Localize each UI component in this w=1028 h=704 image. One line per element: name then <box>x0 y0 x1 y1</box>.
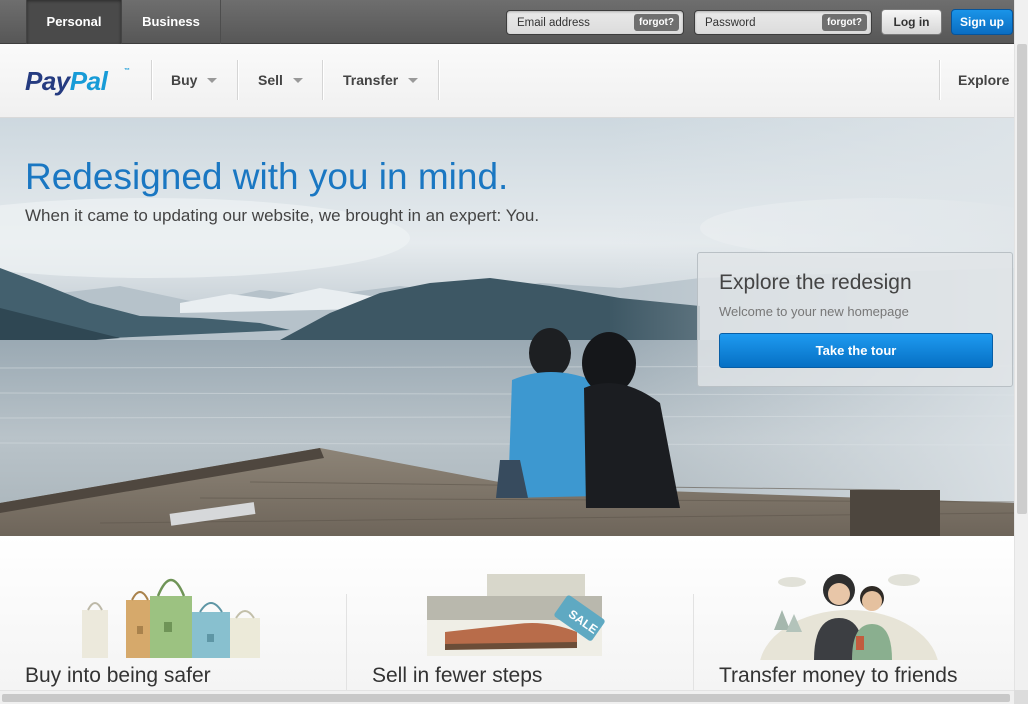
tour-subtitle: Welcome to your new homepage <box>719 304 909 319</box>
horizontal-scrollbar[interactable] <box>0 690 1014 704</box>
login-button[interactable]: Log in <box>881 9 942 35</box>
feature-title: Buy into being safer <box>25 664 211 687</box>
friends-icon <box>760 574 938 660</box>
nav-item-buy[interactable]: Buy <box>171 44 218 118</box>
password-field: forgot? <box>694 10 872 35</box>
nav-item-transfer[interactable]: Transfer <box>343 44 419 118</box>
features-row: Buy into being safer SALE Sell in fewer … <box>0 536 1014 690</box>
hero-subtitle: When it came to updating our website, we… <box>25 206 540 225</box>
nav-item-label: Buy <box>171 72 198 88</box>
nav-divider <box>151 60 152 100</box>
nav-item-label: Transfer <box>343 72 399 88</box>
forgot-email-button[interactable]: forgot? <box>634 14 679 31</box>
scrollbar-corner <box>1014 690 1028 704</box>
chevron-down-icon <box>408 78 419 83</box>
chevron-down-icon <box>207 78 218 83</box>
vertical-scrollbar[interactable] <box>1014 0 1028 690</box>
shopping-bags-icon <box>82 578 260 658</box>
hero-title: Redesigned with you in mind. <box>25 156 509 197</box>
main-nav: PayPal ™ Buy Sell Transfer Explore <box>0 44 1014 118</box>
feature-buy[interactable]: Buy into being safer <box>0 536 346 690</box>
feature-title: Sell in fewer steps <box>372 664 543 687</box>
password-input[interactable] <box>695 11 815 34</box>
tab-business[interactable]: Business <box>122 0 221 44</box>
feature-transfer[interactable]: Transfer money to friends <box>694 536 1014 690</box>
email-input[interactable] <box>507 11 627 34</box>
logo-trademark: ™ <box>124 68 130 74</box>
hero-banner: Redesigned with you in mind. When it cam… <box>0 118 1014 536</box>
nav-item-explore[interactable]: Explore <box>958 44 1009 118</box>
shoebox-sale-icon: SALE <box>427 574 605 656</box>
forgot-password-button[interactable]: forgot? <box>822 14 867 31</box>
nav-divider <box>322 60 323 100</box>
signup-button[interactable]: Sign up <box>951 9 1013 35</box>
paypal-logo[interactable]: PayPal ™ <box>25 66 130 97</box>
vertical-scroll-thumb[interactable] <box>1017 44 1027 514</box>
top-bar: Personal Business forgot? forgot? Log in… <box>0 0 1014 44</box>
email-field: forgot? <box>506 10 684 35</box>
feature-sell[interactable]: SALE Sell in fewer steps <box>347 536 693 690</box>
take-the-tour-button[interactable]: Take the tour <box>719 333 993 368</box>
chevron-down-icon <box>292 78 303 83</box>
logo-pal: Pal <box>69 66 108 96</box>
nav-divider <box>939 60 940 100</box>
tab-personal[interactable]: Personal <box>26 0 122 44</box>
nav-item-sell[interactable]: Sell <box>258 44 303 118</box>
nav-item-label: Sell <box>258 72 283 88</box>
nav-divider <box>438 60 439 100</box>
tour-panel: Explore the redesign Welcome to your new… <box>697 252 1013 387</box>
nav-divider <box>237 60 238 100</box>
logo-pay: Pay <box>25 66 70 96</box>
paypal-homepage: Personal Business forgot? forgot? Log in… <box>0 0 1028 704</box>
tour-title: Explore the redesign <box>719 271 912 294</box>
feature-title: Transfer money to friends <box>719 664 958 687</box>
horizontal-scroll-thumb[interactable] <box>2 694 1010 702</box>
